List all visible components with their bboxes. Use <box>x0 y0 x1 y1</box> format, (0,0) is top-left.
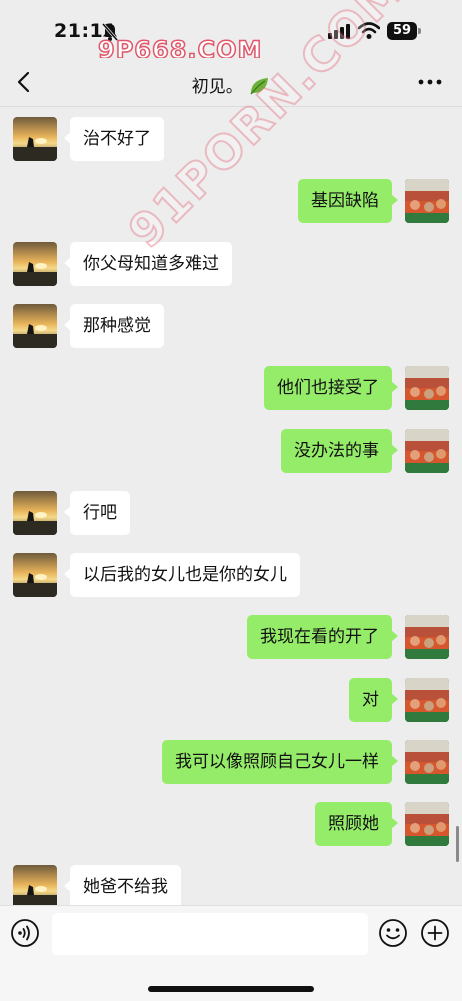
self-avatar[interactable] <box>405 429 449 473</box>
chat-title: 初见。 <box>191 77 243 97</box>
voice-icon[interactable] <box>10 918 40 948</box>
message-row: 以后我的女儿也是你的女儿 <box>0 553 462 597</box>
message-row: 照顾她 <box>0 802 462 846</box>
contact-avatar[interactable] <box>13 865 57 905</box>
message-row: 没办法的事 <box>0 429 462 473</box>
message-bubble-sent[interactable]: 他们也接受了 <box>264 366 398 410</box>
message-row: 我可以像照顾自己女儿一样 <box>0 740 462 784</box>
contact-avatar[interactable] <box>13 117 57 161</box>
more-dots-icon[interactable] <box>418 78 442 86</box>
home-indicator[interactable] <box>148 986 314 992</box>
self-avatar[interactable] <box>405 179 449 223</box>
chat-title-wrap: 初见。 <box>0 72 462 97</box>
self-avatar[interactable] <box>405 366 449 410</box>
battery-icon: 59 <box>387 22 421 40</box>
chat-header: 初见。 <box>0 58 462 107</box>
message-row: 我现在看的开了 <box>0 615 462 659</box>
message-row: 你父母知道多难过 <box>0 242 462 286</box>
message-input[interactable] <box>52 913 368 955</box>
message-bubble-sent[interactable]: 对 <box>349 678 398 722</box>
message-row: 她爸不给我 <box>0 865 462 905</box>
message-bubble-received[interactable]: 那种感觉 <box>64 304 164 348</box>
input-bar <box>0 905 462 1001</box>
message-row: 那种感觉 <box>0 304 462 348</box>
message-bubble-received[interactable]: 治不好了 <box>64 117 164 161</box>
battery-level: 59 <box>387 22 417 40</box>
emoji-icon[interactable] <box>378 918 408 948</box>
message-row: 行吧 <box>0 491 462 535</box>
contact-avatar[interactable] <box>13 242 57 286</box>
message-bubble-received[interactable]: 以后我的女儿也是你的女儿 <box>64 553 300 597</box>
self-avatar[interactable] <box>405 740 449 784</box>
plus-icon[interactable] <box>420 918 450 948</box>
self-avatar[interactable] <box>405 615 449 659</box>
message-row: 对 <box>0 678 462 722</box>
message-bubble-sent[interactable]: 我可以像照顾自己女儿一样 <box>162 740 398 784</box>
message-bubble-sent[interactable]: 照顾她 <box>315 802 398 846</box>
message-bubble-received[interactable]: 她爸不给我 <box>64 865 181 905</box>
message-row: 基因缺陷 <box>0 179 462 223</box>
contact-avatar[interactable] <box>13 491 57 535</box>
message-bubble-sent[interactable]: 基因缺陷 <box>298 179 398 223</box>
message-bubble-sent[interactable]: 没办法的事 <box>281 429 398 473</box>
scroll-indicator[interactable] <box>456 826 459 862</box>
contact-avatar[interactable] <box>13 553 57 597</box>
message-list[interactable]: 治不好了基因缺陷你父母知道多难过那种感觉他们也接受了没办法的事行吧以后我的女儿也… <box>0 107 462 905</box>
contact-avatar[interactable] <box>13 304 57 348</box>
message-row: 他们也接受了 <box>0 366 462 410</box>
message-bubble-received[interactable]: 行吧 <box>64 491 130 535</box>
self-avatar[interactable] <box>405 678 449 722</box>
self-avatar[interactable] <box>405 802 449 846</box>
message-bubble-sent[interactable]: 我现在看的开了 <box>247 615 398 659</box>
